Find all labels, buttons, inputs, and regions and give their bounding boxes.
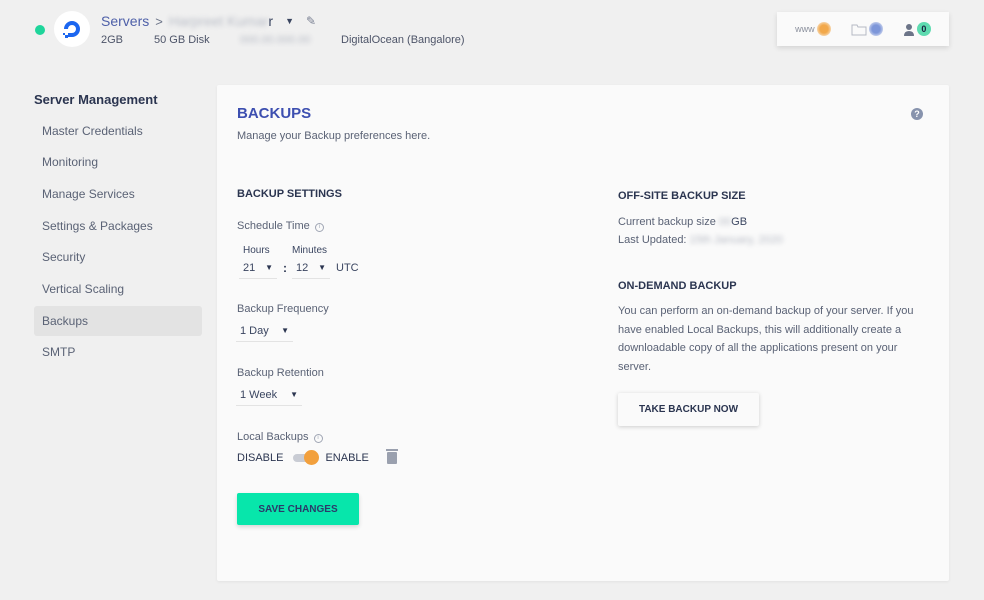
breadcrumb-separator: >: [155, 13, 163, 29]
files-shortcut[interactable]: [851, 22, 883, 36]
minutes-label: Minutes: [292, 245, 328, 256]
server-name: Harpreet Kumar: [168, 13, 269, 29]
delete-local-backups-icon[interactable]: [385, 449, 398, 464]
www-icon: www: [795, 24, 815, 34]
server-provider: DigitalOcean (Bangalore): [341, 34, 465, 46]
schedule-time-text: Schedule Time: [237, 220, 310, 232]
hours-select[interactable]: 21 ▼: [239, 257, 277, 279]
edit-server-name-icon[interactable]: ✎: [306, 14, 316, 28]
disable-label: DISABLE: [237, 452, 284, 464]
hours-value: 21: [243, 261, 256, 274]
save-changes-button[interactable]: SAVE CHANGES: [237, 493, 359, 525]
minutes-dropdown-icon: ▼: [318, 263, 326, 272]
schedule-info-icon[interactable]: i: [314, 222, 324, 232]
sidebar-item-settings-packages[interactable]: Settings & Packages: [34, 211, 202, 241]
minutes-value: 12: [296, 261, 309, 274]
on-demand-backup-heading: ON-DEMAND BACKUP: [618, 280, 737, 292]
files-status-icon: [868, 22, 883, 36]
breadcrumb-servers-link[interactable]: Servers: [101, 13, 149, 29]
help-icon[interactable]: ?: [911, 108, 923, 120]
take-backup-now-button[interactable]: TAKE BACKUP NOW: [618, 393, 759, 426]
backup-settings-heading: BACKUP SETTINGS: [237, 188, 342, 200]
minutes-select[interactable]: 12 ▼: [292, 257, 330, 279]
server-ram: 2GB: [101, 34, 124, 46]
team-shortcut[interactable]: 0: [903, 22, 931, 36]
page-subtitle: Manage your Backup preferences here.: [237, 130, 431, 142]
digitalocean-icon: [63, 21, 80, 38]
hours-label: Hours: [243, 245, 270, 256]
backups-panel: BACKUPS Manage your Backup preferences h…: [217, 85, 949, 581]
last-updated-label: Last Updated:: [618, 234, 687, 246]
last-updated-value: 15th January, 2020: [689, 234, 783, 246]
on-demand-description: You can perform an on-demand backup of y…: [618, 305, 914, 373]
toggle-knob: [304, 450, 320, 465]
backup-frequency-select[interactable]: 1 Day ▼: [236, 320, 293, 342]
domains-shortcut[interactable]: www: [795, 22, 831, 36]
server-switch-dropdown-icon[interactable]: ▼: [285, 16, 294, 26]
last-updated: Last Updated: 15th January, 2020: [618, 231, 783, 250]
retention-dropdown-icon: ▼: [290, 390, 298, 399]
backup-retention-select[interactable]: 1 Week ▼: [236, 384, 302, 406]
enable-label: ENABLE: [325, 452, 369, 464]
schedule-time-label: Schedule Time i: [237, 220, 324, 232]
sidebar-item-master-credentials[interactable]: Master Credentials: [34, 116, 202, 146]
sidebar-item-monitoring[interactable]: Monitoring: [34, 147, 202, 177]
user-icon: [903, 23, 914, 36]
sidebar-item-backups[interactable]: Backups: [34, 306, 202, 336]
current-backup-size: Current backup size 00GB: [618, 213, 747, 232]
page-title: BACKUPS: [237, 105, 312, 122]
time-separator: :: [283, 261, 287, 275]
hours-dropdown-icon: ▼: [265, 263, 273, 272]
sidebar-title: Server Management: [34, 92, 158, 107]
server-disk: 50 GB Disk: [154, 34, 210, 46]
server-ip: 000.00.000.00: [240, 34, 311, 46]
current-backup-size-value: 00: [718, 216, 732, 228]
local-backups-label: Local Backups i: [237, 431, 323, 443]
sidebar-item-security[interactable]: Security: [34, 242, 202, 272]
timezone-label: UTC: [336, 262, 359, 274]
backup-retention-label: Backup Retention: [237, 367, 324, 379]
folder-icon: [851, 24, 867, 35]
team-count-badge: 0: [916, 22, 931, 36]
server-name-end: r: [268, 13, 274, 29]
current-backup-size-label: Current backup size: [618, 216, 716, 228]
backup-frequency-label: Backup Frequency: [237, 303, 329, 315]
server-quick-actions: www 0: [777, 12, 949, 46]
frequency-value: 1 Day: [240, 324, 269, 337]
current-backup-size-unit: GB: [731, 216, 748, 228]
frequency-dropdown-icon: ▼: [281, 326, 289, 335]
local-backups-toggle[interactable]: [293, 450, 320, 465]
digitalocean-logo: [54, 11, 90, 47]
server-status-indicator: [35, 25, 45, 35]
local-backups-text: Local Backups: [237, 431, 309, 443]
domain-status-icon: [816, 22, 831, 36]
local-backups-info-icon[interactable]: i: [313, 433, 323, 443]
sidebar-item-smtp[interactable]: SMTP: [34, 337, 202, 367]
retention-value: 1 Week: [240, 388, 278, 401]
sidebar-item-vertical-scaling[interactable]: Vertical Scaling: [34, 274, 202, 304]
breadcrumb: Servers > Harpreet Kumar r ▼ ✎: [101, 13, 316, 29]
offsite-backup-size-heading: OFF-SITE BACKUP SIZE: [618, 190, 746, 202]
sidebar-item-manage-services[interactable]: Manage Services: [34, 179, 202, 209]
local-backups-toggle-row: DISABLE ENABLE: [237, 449, 398, 465]
